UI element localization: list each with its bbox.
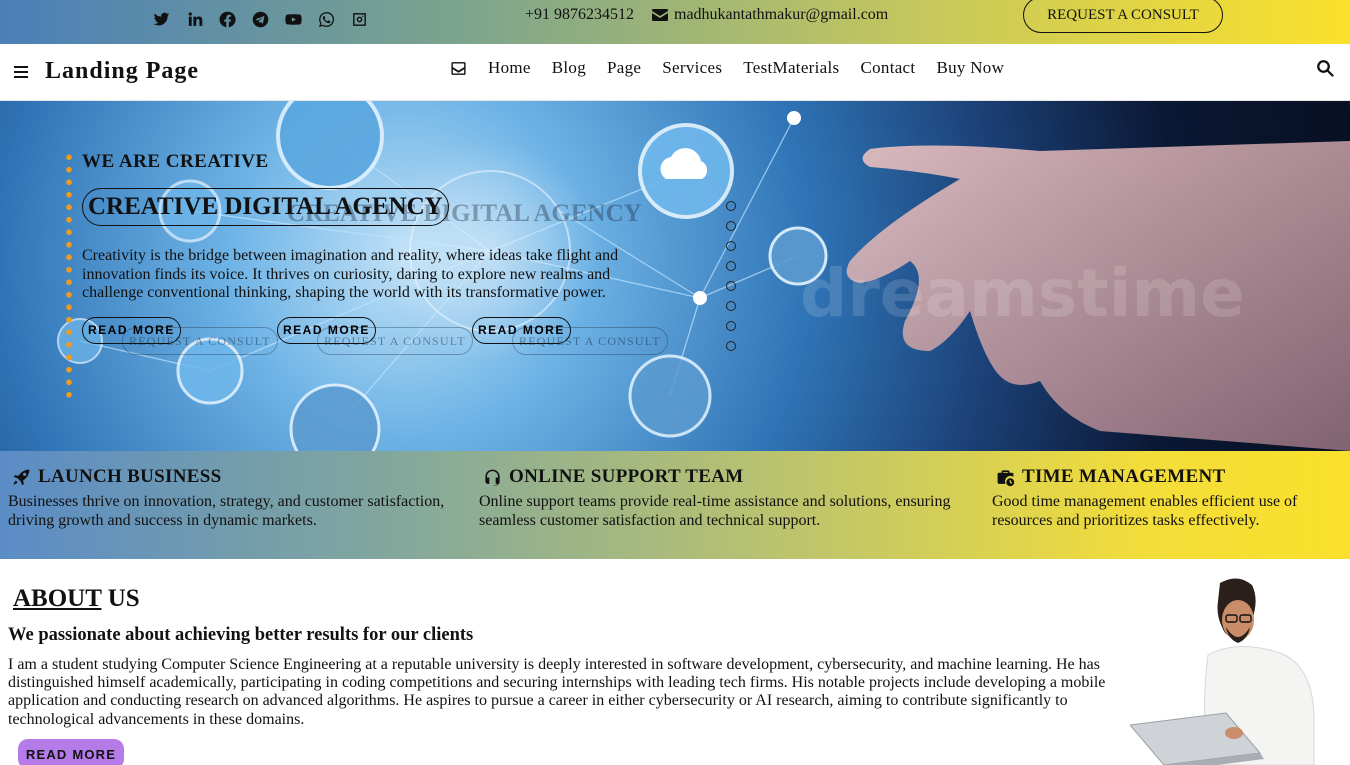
headset-icon <box>485 469 500 485</box>
hero-eyebrow: WE ARE CREATIVE <box>82 151 269 172</box>
instagram-icon[interactable] <box>348 8 370 30</box>
slider-dot[interactable] <box>726 321 736 331</box>
request-consult-button[interactable]: REQUEST A CONSULT <box>1023 0 1223 33</box>
slider-dot[interactable] <box>726 341 736 351</box>
envelope-icon <box>652 9 668 21</box>
feature-text: Good time management enables efficient u… <box>992 493 1298 529</box>
nav-contact[interactable]: Contact <box>860 58 915 78</box>
rocket-icon <box>13 469 30 485</box>
email-contact[interactable]: madhukantathmakur@gmail.com <box>652 6 888 24</box>
feature-time-management: TIME MANAGEMENT Good time management ena… <box>992 466 1336 530</box>
twitter-icon[interactable] <box>150 8 172 30</box>
watermark-text: dreamstime <box>800 255 1245 332</box>
hero-read-more-button-2[interactable]: READ MORE <box>277 317 376 344</box>
whatsapp-icon[interactable] <box>315 8 337 30</box>
youtube-icon[interactable] <box>282 8 304 30</box>
about-title: ABOUT US <box>13 585 140 613</box>
feature-launch-business: LAUNCH BUSINESS Businesses thrive on inn… <box>8 466 462 530</box>
business-time-icon <box>997 469 1015 486</box>
features-strip: LAUNCH BUSINESS Businesses thrive on inn… <box>0 451 1350 559</box>
about-read-more-button[interactable]: READ MORE <box>18 739 124 765</box>
slider-dot[interactable] <box>726 301 736 311</box>
about-description: I am a student studying Computer Science… <box>8 656 1106 728</box>
linkedin-icon[interactable] <box>183 8 205 30</box>
feature-title: TIME MANAGEMENT <box>1022 466 1226 487</box>
nav-page[interactable]: Page <box>607 58 641 78</box>
person-with-laptop-image <box>1130 578 1315 765</box>
hero-headline: CREATIVE DIGITAL AGENCY <box>82 188 449 226</box>
about-title-underlined: ABOUT <box>13 585 102 612</box>
brand-title[interactable]: Landing Page <box>45 58 199 85</box>
feature-title: ONLINE SUPPORT TEAM <box>509 466 744 487</box>
feature-text: Online support teams provide real-time a… <box>479 493 951 529</box>
nav-home[interactable]: Home <box>488 58 531 78</box>
slider-pagination <box>726 201 736 361</box>
top-bar: +91 9876234512 madhukantathmakur@gmail.c… <box>0 0 1350 44</box>
slider-dot[interactable] <box>726 261 736 271</box>
nav-blog[interactable]: Blog <box>552 58 586 78</box>
feature-text: Businesses thrive on innovation, strateg… <box>8 493 445 529</box>
menu-icon[interactable] <box>14 66 28 78</box>
decorative-dots <box>66 151 72 401</box>
hero-description: Creativity is the bridge between imagina… <box>82 247 619 301</box>
nav-buy-now[interactable]: Buy Now <box>936 58 1004 78</box>
nav-services[interactable]: Services <box>662 58 722 78</box>
about-subtitle: We passionate about achieving better res… <box>8 625 474 645</box>
telegram-icon[interactable] <box>249 8 271 30</box>
slider-dot[interactable] <box>726 221 736 231</box>
facebook-icon[interactable] <box>216 8 238 30</box>
feature-online-support: ONLINE SUPPORT TEAM Online support teams… <box>479 466 973 530</box>
email-address: madhukantathmakur@gmail.com <box>674 6 889 23</box>
hero-read-more-button-1[interactable]: READ MORE <box>82 317 181 344</box>
hero-read-more-button-3[interactable]: READ MORE <box>472 317 571 344</box>
search-icon[interactable] <box>1316 59 1334 77</box>
nav-links: Home Blog Page Services TestMaterials Co… <box>450 58 1004 78</box>
main-navbar: Landing Page Home Blog Page Services Tes… <box>0 44 1350 101</box>
hero-banner: dreamstime WE ARE CREATIVE CREATIVE DIGI… <box>0 101 1350 451</box>
about-title-rest: US <box>101 585 140 612</box>
slider-dot[interactable] <box>726 201 736 211</box>
slider-dot[interactable] <box>726 241 736 251</box>
social-links <box>150 8 370 30</box>
nav-testmaterials[interactable]: TestMaterials <box>743 58 839 78</box>
phone-number: +91 9876234512 <box>525 6 635 23</box>
feature-title: LAUNCH BUSINESS <box>38 466 222 487</box>
slider-dot[interactable] <box>726 281 736 291</box>
inbox-icon[interactable] <box>450 60 467 77</box>
